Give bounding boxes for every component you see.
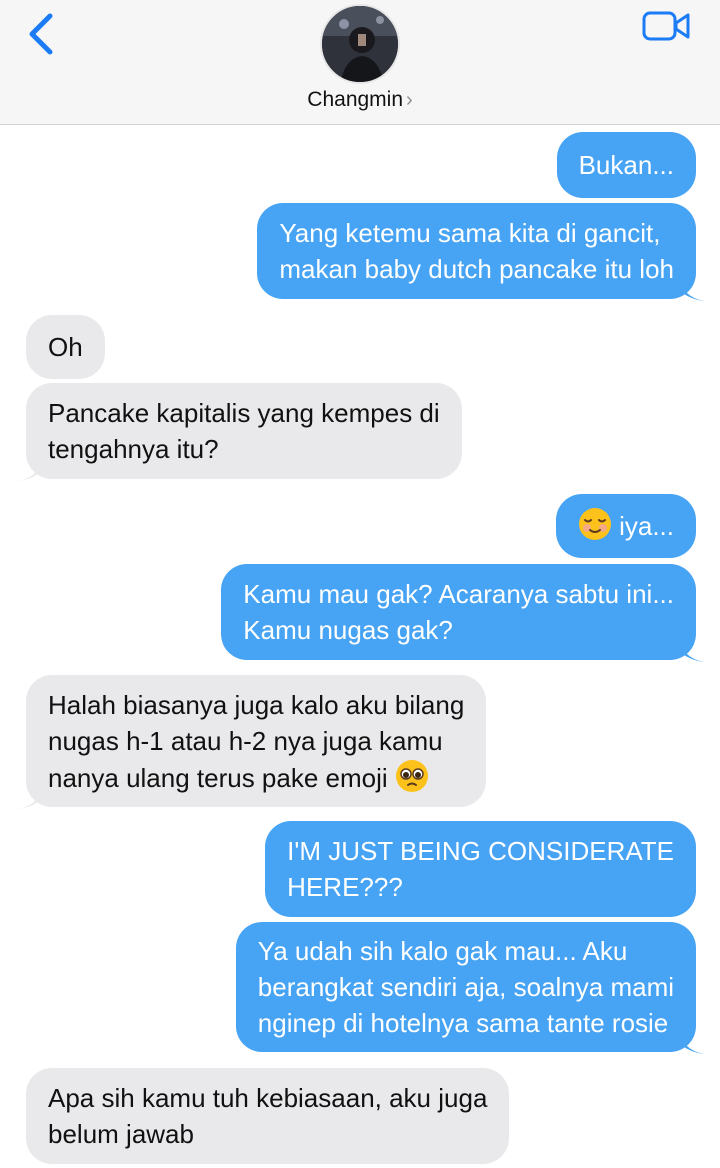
bubble-tail	[678, 275, 704, 301]
message-line: Pancake kapitalis yang kempes di	[48, 398, 440, 428]
message-line: berangkat sendiri aja, soalnya mami	[257, 972, 674, 1002]
message-line: Kamu mau gak? Acaranya sabtu ini...	[243, 579, 674, 609]
message-bubble-sent[interactable]: Ya udah sih kalo gak mau... Aku berangka…	[235, 922, 704, 1054]
message-line: nanya ulang terus pake emoji	[48, 763, 388, 793]
message-line: HERE???	[287, 872, 403, 902]
back-button[interactable]	[22, 10, 62, 58]
pleading-face-emoji	[395, 760, 428, 792]
contact-avatar[interactable]	[320, 4, 400, 84]
video-camera-icon	[642, 11, 690, 41]
message-line: nginep di hotelnya sama tante rosie	[257, 1008, 669, 1038]
message-bubble-sent[interactable]: I'M JUST BEING CONSIDERATE HERE???	[265, 821, 696, 917]
bubble-tail	[678, 636, 704, 662]
message-line: Kamu nugas gak?	[243, 615, 453, 645]
facetime-video-button[interactable]	[642, 10, 692, 42]
message-text: iya...	[619, 511, 674, 541]
message-bubble-sent[interactable]: Bukan...	[556, 132, 696, 198]
avatar-photo	[322, 6, 398, 82]
message-line: I'M JUST BEING CONSIDERATE	[287, 836, 674, 866]
message-line: Yang ketemu sama kita di gancit,	[279, 218, 661, 248]
message-line: Ya udah sih kalo gak mau... Aku	[257, 936, 628, 966]
message-bubble-received[interactable]: Oh	[26, 315, 105, 379]
message-bubble-received[interactable]: Halah biasanya juga kalo aku bilang nuga…	[18, 675, 487, 809]
bubble-tail	[678, 1028, 704, 1054]
contact-name-button[interactable]: Changmin ›	[0, 88, 720, 112]
message-bubble-sent[interactable]: Yang ketemu sama kita di gancit, makan b…	[257, 203, 704, 301]
contact-name: Changmin	[307, 88, 404, 111]
conversation-header: Changmin ›	[0, 0, 720, 125]
message-text: Bukan...	[578, 150, 674, 180]
message-text: Oh	[48, 332, 83, 362]
message-bubble-received[interactable]: Pancake kapitalis yang kempes di tengahn…	[18, 383, 462, 481]
message-line: tengahnya itu?	[48, 434, 219, 464]
message-line: makan baby dutch pancake itu loh	[279, 254, 674, 284]
message-line: nugas h-1 atau h-2 nya juga kamu	[48, 726, 443, 756]
message-bubble-sent[interactable]: iya...	[555, 494, 696, 558]
chevron-right-icon: ›	[406, 89, 413, 111]
message-line: Halah biasanya juga kalo aku bilang	[48, 690, 465, 720]
bubble-tail	[18, 455, 44, 481]
message-line: belum jawab	[48, 1119, 194, 1149]
chevron-left-icon	[29, 13, 53, 55]
message-bubble-sent[interactable]: Kamu mau gak? Acaranya sabtu ini... Kamu…	[221, 564, 704, 662]
smiling-face-emoji	[578, 508, 611, 540]
bubble-tail	[18, 783, 44, 809]
message-bubble-received[interactable]: Apa sih kamu tuh kebiasaan, aku juga bel…	[26, 1068, 510, 1164]
message-line: Apa sih kamu tuh kebiasaan, aku juga	[48, 1083, 488, 1113]
